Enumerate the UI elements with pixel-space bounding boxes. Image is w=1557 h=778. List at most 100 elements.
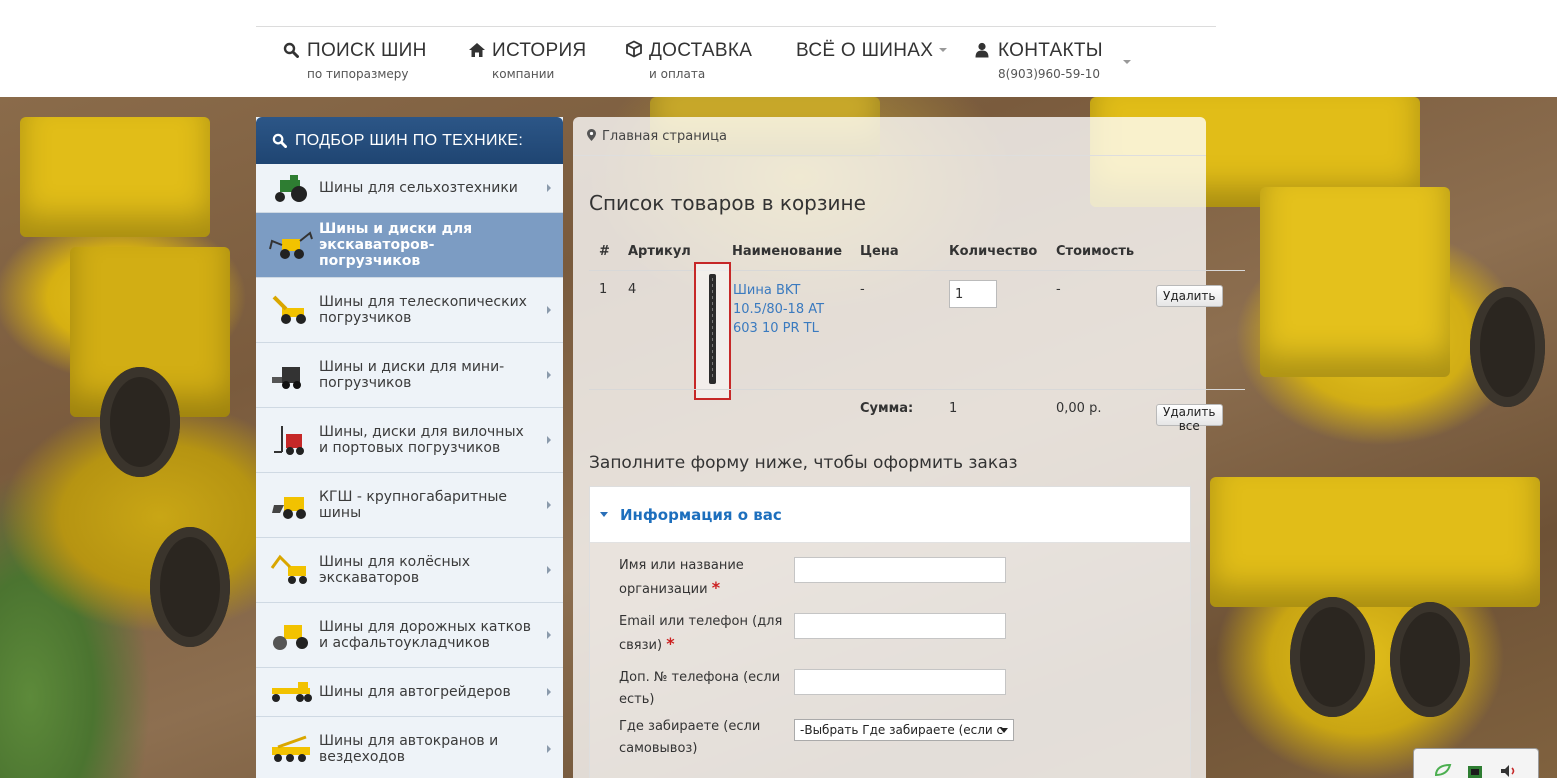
nav-tire-search-sub: по типоразмеру <box>307 67 409 81</box>
chevron-right-icon <box>547 184 551 192</box>
name-input[interactable] <box>794 557 1006 583</box>
sidebar-item-roller[interactable]: Шины для дорожных катков и асфальтоуклад… <box>256 603 563 668</box>
sidebar-item-crane[interactable]: Шины для автокранов и вездеходов <box>256 717 563 778</box>
system-tray <box>1413 748 1539 778</box>
total-qty: 1 <box>949 401 958 416</box>
sidebar-item-label: Шины для автогрейдеров <box>319 684 511 700</box>
sidebar-item-otr[interactable]: КГШ - крупногабаритные шины <box>256 473 563 538</box>
sidebar-item-skid-steer[interactable]: Шины и диски для мини-погрузчиков <box>256 343 563 408</box>
top-navigation: ПОИСК ШИН по типоразмеру ИСТОРИЯ компани… <box>0 0 1557 97</box>
breadcrumb-home-link[interactable]: Главная страница <box>602 129 727 144</box>
order-form-title: Заполните форму ниже, чтобы оформить зак… <box>589 453 1018 473</box>
row-num: 1 <box>599 282 608 297</box>
nav-about-tires[interactable]: ВСЁ О ШИНАХ <box>796 40 948 62</box>
delete-item-button[interactable]: Удалить <box>1156 285 1223 307</box>
tire-image <box>709 274 716 384</box>
truck-shape <box>1260 187 1450 377</box>
row-sku: 4 <box>628 282 637 297</box>
section-toggle[interactable]: Информация о вас <box>590 487 1190 543</box>
nav-delivery[interactable]: ДОСТАВКА и оплата <box>625 40 752 81</box>
equipment-sidebar: ПОДБОР ШИН ПО ТЕХНИКЕ: Шины для сельхозт… <box>256 117 563 778</box>
map-marker-icon <box>587 129 596 141</box>
sidebar-item-label: Шины для сельхозтехники <box>319 180 518 196</box>
truck-shape <box>20 117 210 237</box>
sidebar-item-label: Шины для автокранов и вездеходов <box>319 733 499 765</box>
nav-tire-search-label: ПОИСК ШИН <box>307 40 427 61</box>
delete-all-button[interactable]: Удалить все <box>1156 404 1223 433</box>
chevron-down-icon <box>939 48 948 52</box>
col-header-num: # <box>599 244 610 259</box>
cart-title: Список товаров в корзине <box>589 191 866 215</box>
sidebar-item-agri[interactable]: Шины для сельхозтехники <box>256 164 563 213</box>
road-roller-icon <box>273 625 308 650</box>
chevron-right-icon <box>547 566 551 574</box>
total-cost: 0,00 р. <box>1056 401 1102 416</box>
user-icon <box>974 42 992 62</box>
chevron-right-icon <box>547 745 551 753</box>
pickup-select-value: -Выбрать Где забираете (если с <box>800 723 1004 737</box>
leaf-icon[interactable] <box>1434 763 1452 777</box>
nav-tire-search[interactable]: ПОИСК ШИН по типоразмеру <box>283 40 427 81</box>
col-header-price: Цена <box>860 244 899 259</box>
sidebar-item-label: Шины для колёсных экскаваторов <box>319 554 470 586</box>
name-field-label: Имя или название организации * <box>619 558 744 597</box>
col-header-name: Наименование <box>732 244 843 259</box>
backhoe-loader-icon <box>269 231 313 259</box>
sidebar-item-forklift[interactable]: Шины, диски для вилочных и портовых погр… <box>256 408 563 473</box>
nav-contacts-phone: 8(903)960-59-10 <box>998 67 1101 81</box>
extra-phone-label: Доп. № телефона (если есть) <box>619 670 781 707</box>
motor-grader-icon <box>272 682 312 702</box>
nav-contacts-label: КОНТАКТЫ <box>998 40 1103 61</box>
chevron-right-icon <box>547 501 551 509</box>
excavator-icon <box>270 554 307 584</box>
contact-field-label: Email или телефон (для связи) * <box>619 614 783 653</box>
total-label: Сумма: <box>860 401 914 416</box>
mobile-crane-icon <box>272 735 310 762</box>
pickup-select[interactable]: -Выбрать Где забираете (если с <box>794 719 1014 741</box>
sidebar-item-grader[interactable]: Шины для автогрейдеров <box>256 668 563 717</box>
sidebar-item-wheeled-excavator[interactable]: Шины для колёсных экскаваторов <box>256 538 563 603</box>
nav-about-tires-label: ВСЁ О ШИНАХ <box>796 40 934 61</box>
chevron-right-icon <box>547 436 551 444</box>
wheel-loader-icon <box>272 497 306 519</box>
breadcrumb: Главная страница <box>587 129 727 144</box>
table-divider <box>589 270 1245 271</box>
row-cost: - <box>1056 282 1061 297</box>
app-icon[interactable] <box>1467 765 1483 778</box>
sidebar-item-label: Шины для дорожных катков и асфальтоуклад… <box>319 619 531 651</box>
chevron-right-icon <box>547 631 551 639</box>
speaker-icon[interactable] <box>1500 764 1518 778</box>
contact-input[interactable] <box>794 613 1006 639</box>
col-header-cost: Стоимость <box>1056 244 1135 259</box>
nav-history[interactable]: ИСТОРИЯ компании <box>468 40 586 81</box>
forklift-icon <box>274 426 304 455</box>
truck-wheel <box>150 527 230 647</box>
chevron-right-icon <box>547 306 551 314</box>
sidebar-title: ПОДБОР ШИН ПО ТЕХНИКЕ: <box>295 131 524 149</box>
product-thumbnail[interactable] <box>694 262 731 400</box>
pickup-field-label: Где забираете (если самовывоз) <box>619 719 761 756</box>
sidebar-item-telehandler[interactable]: Шины для телескопических погрузчиков <box>256 278 563 343</box>
customer-info-section: Информация о вас Имя или название органи… <box>589 486 1191 778</box>
truck-wheel <box>1290 597 1375 717</box>
sidebar-item-label: КГШ - крупногабаритные шины <box>319 489 508 521</box>
sidebar-header: ПОДБОР ШИН ПО ТЕХНИКЕ: <box>256 117 563 164</box>
extra-phone-input[interactable] <box>794 669 1006 695</box>
required-asterisk: * <box>711 578 721 597</box>
nav-history-sub: компании <box>492 67 555 81</box>
quantity-input[interactable] <box>949 280 997 308</box>
required-asterisk: * <box>666 634 675 653</box>
sidebar-item-label: Шины для телескопических погрузчиков <box>319 294 527 326</box>
box-icon <box>625 40 643 62</box>
chevron-down-icon <box>1000 728 1008 733</box>
nav-contacts[interactable]: КОНТАКТЫ 8(903)960-59-10 <box>974 40 1103 81</box>
chevron-right-icon <box>547 688 551 696</box>
chevron-right-icon <box>547 371 551 379</box>
chevron-down-icon <box>1123 60 1131 64</box>
table-divider <box>589 389 1245 390</box>
product-name-link[interactable]: Шина BKT 10.5/80-18 AT 603 10 PR TL <box>733 281 843 338</box>
sidebar-item-backhoe[interactable]: Шины и диски для экскаваторов-погрузчико… <box>256 213 563 278</box>
sidebar-item-label: Шины и диски для экскаваторов-погрузчико… <box>319 221 473 269</box>
nav-delivery-sub: и оплата <box>649 67 706 81</box>
section-title: Информация о вас <box>620 505 782 524</box>
